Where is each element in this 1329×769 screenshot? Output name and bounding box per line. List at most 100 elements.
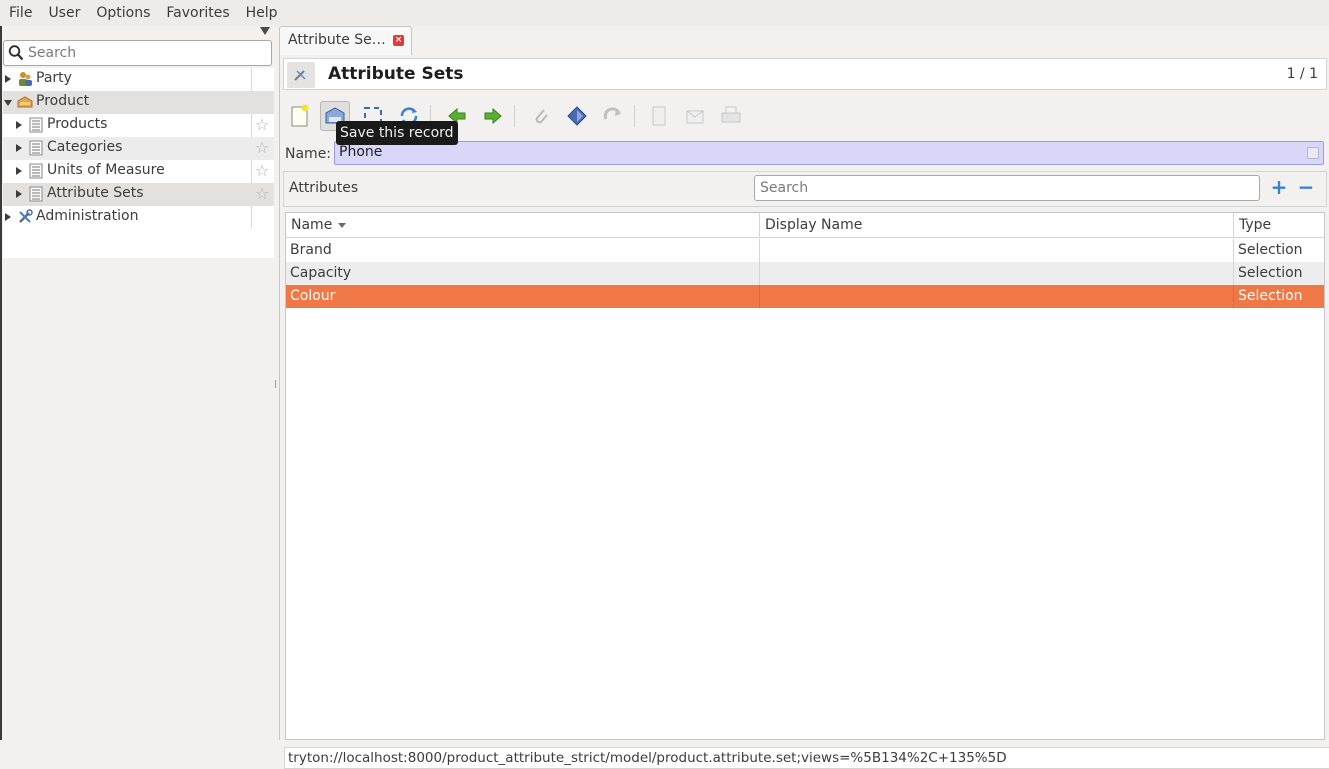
next-record-button[interactable] — [478, 101, 508, 131]
relate-button[interactable] — [598, 101, 628, 131]
name-value: Phone — [339, 144, 383, 160]
record-url[interactable]: tryton://localhost:8000/product_attribut… — [288, 750, 1007, 766]
cell-name: Brand — [286, 239, 760, 262]
sidebar-search-input[interactable] — [26, 43, 266, 63]
new-document-icon — [291, 104, 309, 127]
tree-item-units-of-measure[interactable]: Units of Measure ☆ — [3, 160, 274, 183]
tree-item-label: Products — [47, 116, 108, 132]
toolbar-separator — [514, 105, 515, 127]
translate-icon[interactable] — [1307, 147, 1319, 159]
tree-item-product[interactable]: Product — [3, 91, 274, 114]
menu-help[interactable]: Help — [239, 5, 285, 21]
status-bar: tryton://localhost:8000/product_attribut… — [284, 747, 1329, 769]
add-attribute-button[interactable]: + — [1269, 177, 1289, 197]
attributes-search-box[interactable] — [754, 175, 1260, 201]
column-header-label: Name — [291, 217, 333, 233]
list-icon — [29, 117, 43, 133]
new-record-button[interactable] — [285, 101, 315, 131]
sort-descending-icon — [338, 222, 347, 228]
cell-type: Selection — [1238, 288, 1303, 304]
expand-arrow-icon[interactable] — [16, 144, 22, 152]
list-icon — [29, 140, 43, 156]
attachment-button[interactable] — [526, 101, 556, 131]
attributes-table: Name Display Name Type Brand Selection C… — [285, 212, 1325, 740]
print-icon — [721, 106, 741, 123]
tab-attribute-sets[interactable]: Attribute Se… × — [279, 26, 412, 55]
favorite-star-icon[interactable]: ☆ — [253, 139, 271, 157]
expand-arrow-icon[interactable] — [16, 121, 22, 129]
menu-favorites[interactable]: Favorites — [159, 5, 236, 21]
tree-item-attribute-sets[interactable]: Attribute Sets ☆ — [3, 183, 274, 206]
tree-item-label: Categories — [47, 139, 123, 155]
pane-resize-handle[interactable] — [274, 380, 278, 390]
expand-arrow-icon[interactable] — [5, 75, 11, 83]
cell-display-name — [760, 239, 1234, 262]
paperclip-icon — [535, 109, 548, 124]
table-row[interactable]: Brand Selection — [286, 239, 1324, 262]
menu-file[interactable]: File — [2, 5, 39, 21]
tree-item-administration[interactable]: Administration — [3, 206, 274, 229]
collapse-arrow-icon[interactable] — [4, 100, 12, 106]
email-button[interactable] — [680, 101, 710, 131]
expand-arrow-icon[interactable] — [5, 213, 11, 221]
tree-item-label: Units of Measure — [47, 162, 165, 178]
tab-label: Attribute Se… — [288, 32, 386, 48]
window-edge — [0, 26, 2, 740]
tree-item-label: Product — [36, 93, 90, 109]
sidebar-search-box[interactable] — [3, 40, 272, 66]
close-tab-icon[interactable]: × — [393, 35, 404, 46]
arrow-right-icon — [484, 107, 502, 125]
cell-display-name — [760, 285, 1234, 308]
favorite-star-icon[interactable]: ☆ — [253, 185, 271, 203]
tools-icon[interactable] — [287, 62, 315, 88]
product-icon — [17, 96, 33, 108]
tree-item-label: Attribute Sets — [47, 185, 144, 201]
tree-item-label: Party — [36, 70, 72, 86]
favorite-star-icon[interactable]: ☆ — [253, 116, 271, 134]
form-view: Attribute Sets 1 / 1 Name: Phone Attribu… — [279, 55, 1329, 769]
party-icon — [19, 72, 32, 86]
sidebar: Party Product Products ☆ — [0, 26, 274, 740]
tree-item-products[interactable]: Products ☆ — [3, 114, 274, 137]
form-title-bar: Attribute Sets 1 / 1 — [283, 58, 1327, 90]
menu-tree: Party Product Products ☆ Categories ☆ Un… — [3, 68, 274, 258]
toolbar-separator — [634, 105, 635, 127]
attributes-title: Attributes — [289, 180, 359, 196]
tree-item-label: Administration — [36, 208, 139, 224]
list-icon — [29, 163, 43, 179]
column-header-name[interactable]: Name — [286, 213, 760, 238]
name-label: Name: — [285, 146, 332, 162]
attributes-search-input[interactable] — [758, 178, 1254, 198]
tree-item-party[interactable]: Party — [3, 68, 274, 91]
action-icon — [567, 106, 587, 126]
record-count: 1 / 1 — [1286, 66, 1318, 82]
page-title: Attribute Sets — [328, 64, 464, 84]
menu-user[interactable]: User — [41, 5, 87, 21]
tools-icon — [19, 209, 33, 223]
table-header: Name Display Name Type — [286, 213, 1324, 238]
list-icon — [29, 186, 43, 202]
cell-type: Selection — [1238, 265, 1303, 281]
expand-arrow-icon[interactable] — [16, 190, 22, 198]
menu-bar: File User Options Favorites Help — [0, 0, 1329, 26]
favorite-star-icon[interactable]: ☆ — [253, 162, 271, 180]
attributes-header: Attributes + − — [283, 171, 1327, 207]
print-button[interactable] — [716, 101, 746, 131]
sidebar-menu-arrow-icon[interactable] — [260, 27, 270, 35]
cell-name: Colour — [286, 285, 760, 308]
email-icon — [686, 110, 704, 124]
tree-item-categories[interactable]: Categories ☆ — [3, 137, 274, 160]
column-header-type[interactable]: Type — [1234, 213, 1324, 238]
remove-attribute-button[interactable]: − — [1296, 177, 1316, 197]
column-header-display-name[interactable]: Display Name — [760, 213, 1234, 238]
table-row[interactable]: Capacity Selection — [286, 262, 1324, 285]
report-button[interactable] — [644, 101, 674, 131]
cell-name: Capacity — [286, 262, 760, 285]
menu-options[interactable]: Options — [89, 5, 157, 21]
search-icon — [8, 45, 24, 61]
report-icon — [652, 106, 666, 126]
name-field[interactable]: Phone — [334, 141, 1324, 165]
action-button[interactable] — [562, 101, 592, 131]
expand-arrow-icon[interactable] — [16, 167, 22, 175]
table-row-selected[interactable]: Colour Selection — [286, 285, 1324, 308]
